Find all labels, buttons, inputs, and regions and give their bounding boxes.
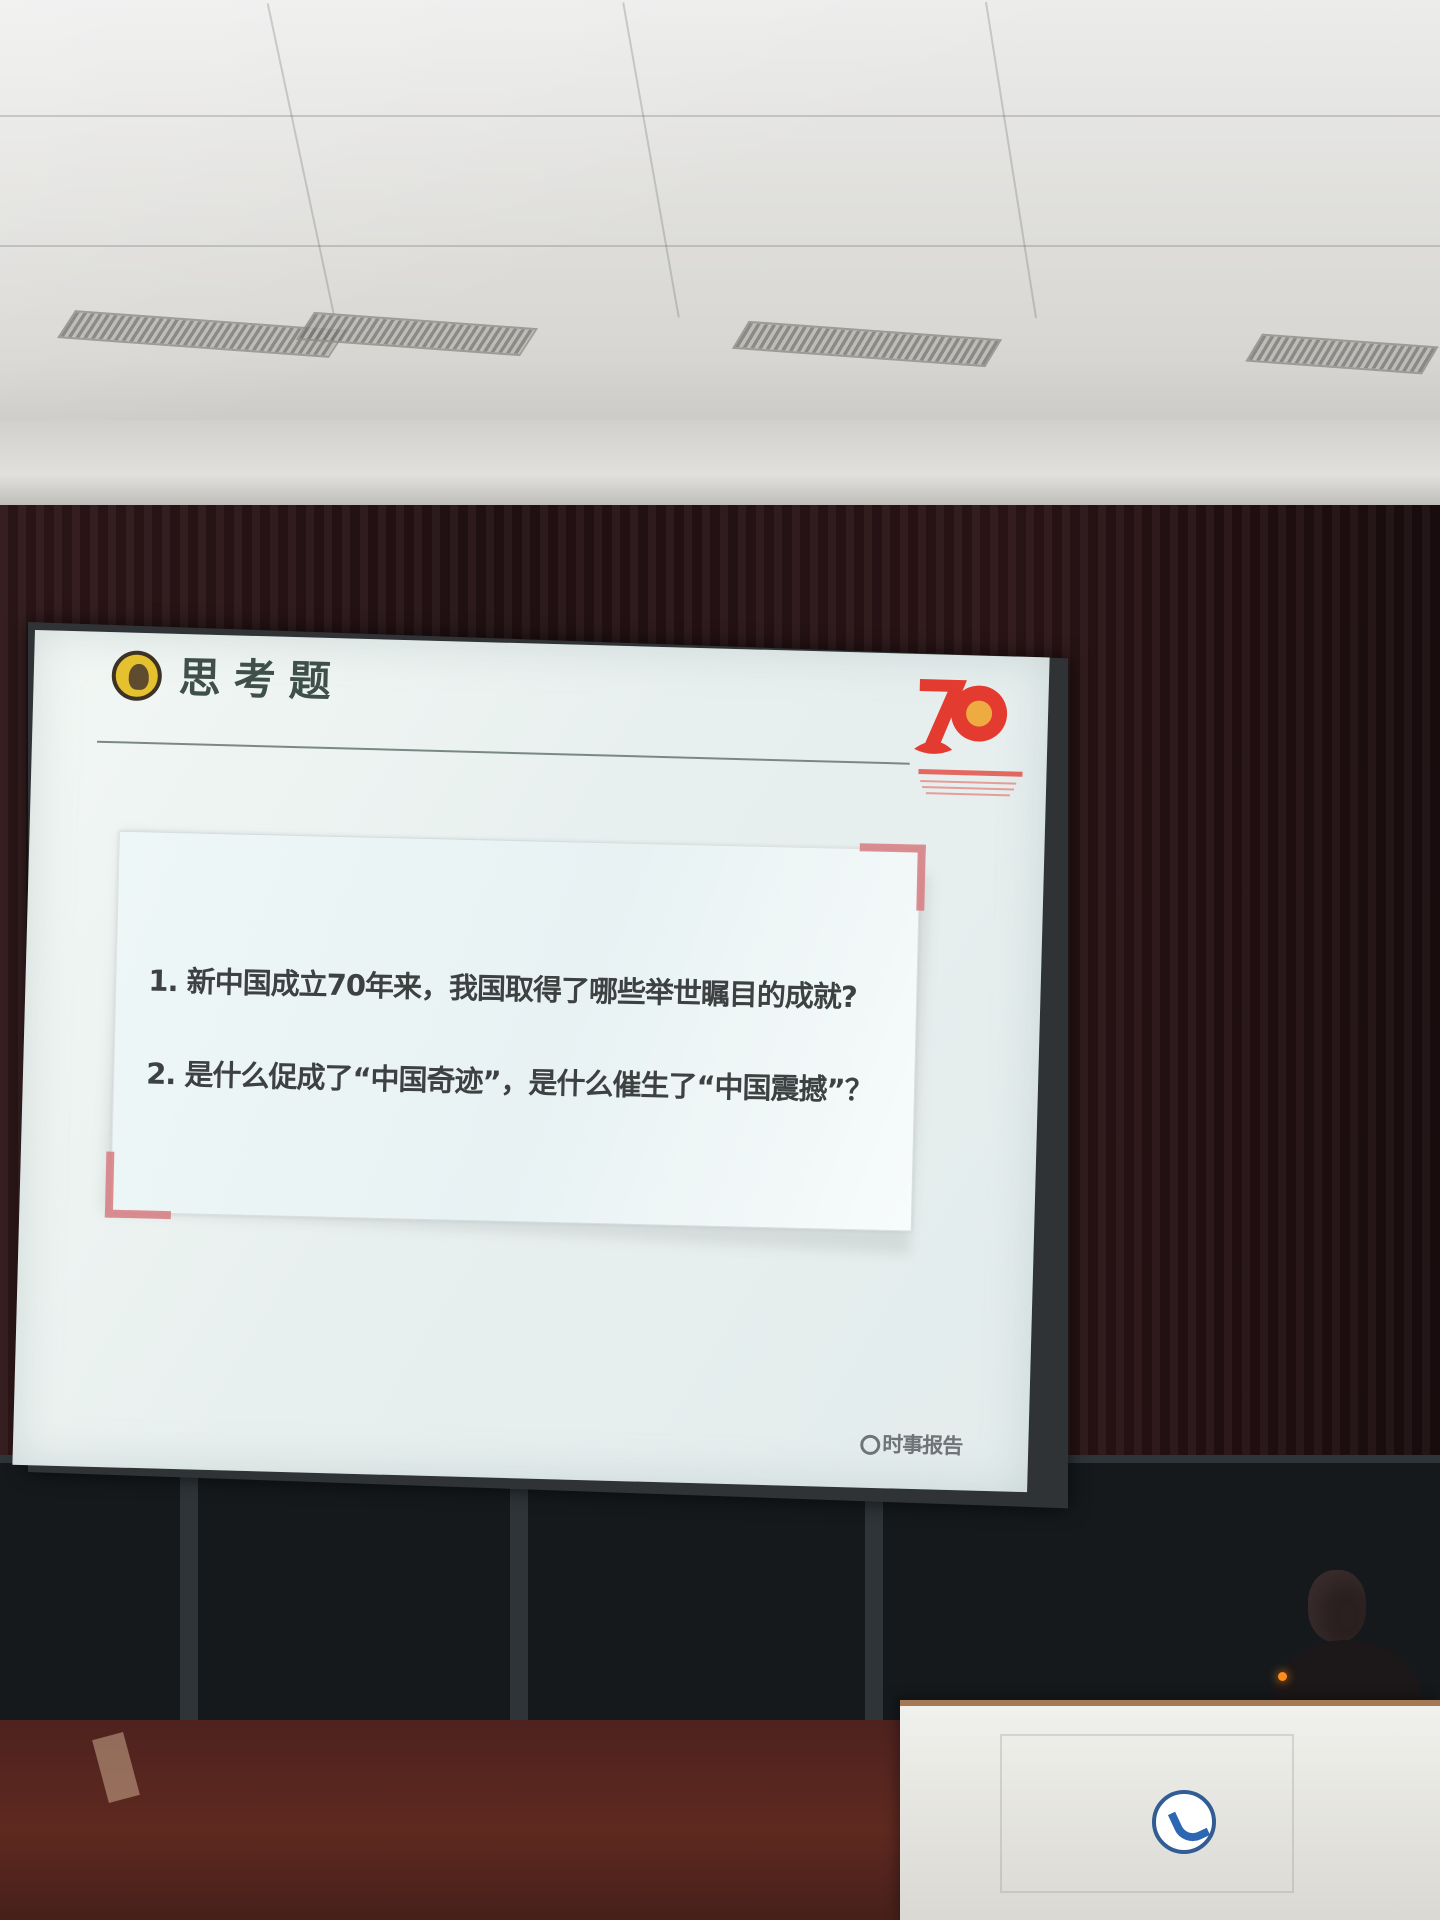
ceiling-vent	[1245, 333, 1439, 375]
stage-panel-divider	[510, 1460, 528, 1740]
projection-screen: 思考题 1. 新中国成立70年来，我国取得了哪些举世瞩目的成就? 2. 是什么促…	[12, 630, 1050, 1493]
ceiling-tile-line	[266, 3, 336, 317]
lectern	[900, 1700, 1440, 1920]
indicator-light	[1278, 1672, 1287, 1681]
card-corner-bottom-left	[104, 1151, 173, 1220]
question-card: 1. 新中国成立70年来，我国取得了哪些举世瞩目的成就? 2. 是什么促成了“中…	[104, 830, 926, 1232]
anniversary-caption-logo	[918, 768, 1023, 797]
speaker-head	[1308, 1570, 1366, 1642]
slide-footer-logo: 时事报告	[859, 1428, 981, 1463]
question-item-1: 1. 新中国成立70年来，我国取得了哪些举世瞩目的成就?	[148, 963, 858, 1015]
portrait-silhouette-icon	[128, 663, 150, 691]
slide-header-divider	[96, 740, 910, 765]
stage-panel-divider	[865, 1460, 883, 1740]
slide-portrait-logo-icon	[111, 650, 163, 702]
ceiling-tile-line	[0, 245, 1440, 247]
school-emblem-icon	[1152, 1790, 1216, 1854]
publication-logo-icon	[859, 1434, 881, 1456]
70th-anniversary-logo-icon	[914, 678, 1008, 754]
slide-title: 思考题	[178, 652, 345, 707]
ceiling-tile-line	[622, 2, 680, 318]
emblem-mark	[1167, 1802, 1211, 1848]
question-item-2: 2. 是什么促成了“中国奇迹”，是什么催生了“中国震撼”？	[145, 1056, 873, 1108]
stage-panel-divider	[180, 1460, 198, 1740]
lectern-panel	[1000, 1734, 1294, 1893]
card-corner-top-right	[858, 843, 926, 911]
footer-label: 时事报告	[881, 1432, 963, 1459]
ceiling	[0, 0, 1440, 510]
ceiling-vent	[731, 320, 1003, 368]
auditorium-photo: 思考题 1. 新中国成立70年来，我国取得了哪些举世瞩目的成就? 2. 是什么促…	[0, 0, 1440, 1920]
ceiling-tile-line	[984, 1, 1038, 319]
ceiling-tile-line	[0, 115, 1440, 117]
ceiling-beam	[0, 420, 1440, 510]
